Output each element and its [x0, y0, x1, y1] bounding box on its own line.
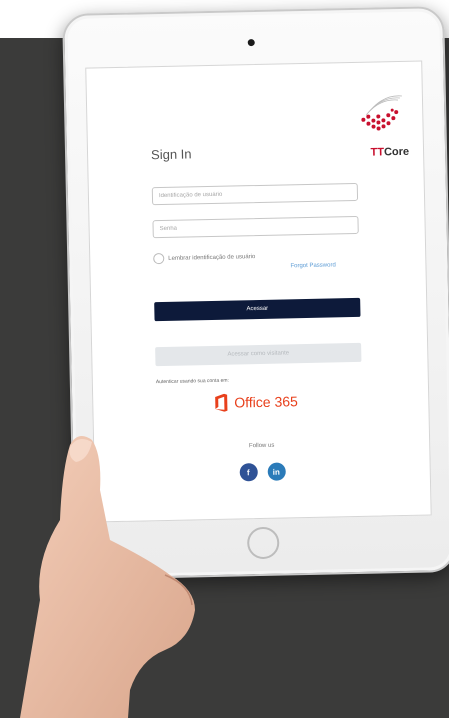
social-links: f in: [95, 459, 430, 484]
home-button[interactable]: [246, 526, 280, 560]
page-title: Sign In: [150, 146, 192, 163]
username-input[interactable]: [151, 182, 359, 206]
brand-name: TTCore: [370, 145, 410, 159]
office365-label: Office 365: [234, 393, 299, 411]
tablet-device: TTCore Sign In Lembrar identificação de …: [62, 6, 449, 580]
forgot-password-link[interactable]: Forgot Password: [290, 262, 335, 269]
remember-row[interactable]: Lembrar identificação de usuário: [153, 251, 256, 265]
sign-in-button[interactable]: Acessar: [154, 297, 361, 322]
auth-label: Autenticar usando sua conta em:: [155, 377, 230, 386]
login-screen: TTCore Sign In Lembrar identificação de …: [85, 60, 432, 523]
remember-checkbox[interactable]: [153, 252, 165, 265]
office365-button[interactable]: Office 365: [213, 392, 298, 412]
brand-logo: [361, 95, 402, 131]
remember-label: Lembrar identificação de usuário: [168, 253, 256, 262]
follow-label: Follow us: [248, 442, 275, 450]
linkedin-icon[interactable]: in: [267, 462, 286, 481]
office-icon: [215, 393, 228, 412]
guest-button[interactable]: Acessar como visitante: [155, 342, 362, 367]
password-input[interactable]: [152, 215, 359, 239]
facebook-icon[interactable]: f: [239, 463, 258, 482]
front-camera: [247, 39, 255, 47]
